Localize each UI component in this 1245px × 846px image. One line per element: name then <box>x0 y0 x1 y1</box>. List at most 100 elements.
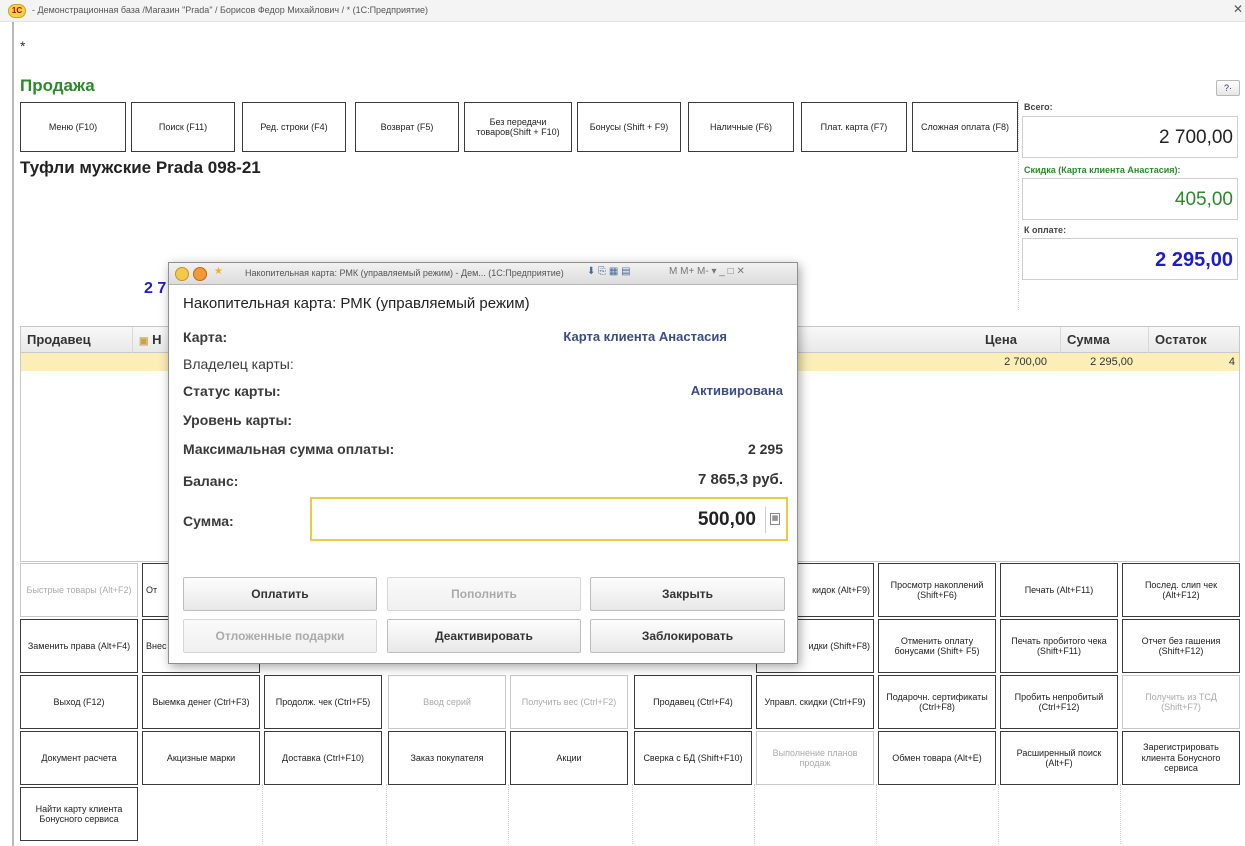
row-price: 2 700,00 <box>1004 356 1047 368</box>
discount-label: Скидка (Карта клиента Анастасия): <box>1024 165 1181 175</box>
totals-divider <box>1018 100 1019 310</box>
view-savings-button[interactable]: Просмотр накоплений (Shift+F6) <box>878 563 996 617</box>
quantity-display: 2 7 <box>144 280 167 297</box>
sum-input-value: 500,00 <box>697 509 756 530</box>
sum-input[interactable]: 500,00 ▦ <box>310 497 788 541</box>
search-button[interactable]: Поиск (F11) <box>131 102 235 152</box>
exit-button[interactable]: Выход (F12) <box>20 675 138 729</box>
card-value-link[interactable]: Карта клиента Анастасия <box>563 329 727 344</box>
extended-search-button[interactable]: Расширенный поиск (Alt+F) <box>1000 731 1118 785</box>
max-sum-value: 2 295 <box>747 441 783 457</box>
bonuses-button[interactable]: Бонусы (Shift + F9) <box>577 102 681 152</box>
cash-button[interactable]: Наличные (F6) <box>688 102 794 152</box>
get-weight-button[interactable]: Получить вес (Ctrl+F2) <box>510 675 628 729</box>
grid-divider <box>1120 784 1121 844</box>
lock-icon: ▣ <box>139 336 149 347</box>
window-close-icon[interactable]: ✕ <box>1233 2 1243 16</box>
1c-logo-icon[interactable] <box>175 267 189 281</box>
menu-button[interactable]: Меню (F10) <box>20 102 126 152</box>
column-rest[interactable]: Остаток <box>1149 327 1241 353</box>
grid-divider <box>632 784 633 844</box>
gift-certificates-button[interactable]: Подарочн. сертификаты (Ctrl+F8) <box>878 675 996 729</box>
grid-divider <box>998 784 999 844</box>
pay-value: 2 295,00 <box>1022 238 1238 280</box>
calculator-icon[interactable]: ▦ <box>770 513 780 525</box>
column-sum[interactable]: Сумма <box>1061 327 1149 353</box>
grid-divider <box>754 784 755 844</box>
excise-marks-button[interactable]: Акцизные марки <box>142 731 260 785</box>
row-rest: 4 <box>1228 356 1235 368</box>
window-title-bar: 1С - Демонстрационная база /Магазин "Pra… <box>0 0 1245 22</box>
discount-value: 405,00 <box>1022 178 1238 220</box>
1c-logo-icon[interactable]: 1С <box>8 4 26 18</box>
status-value: Активирована <box>690 383 783 398</box>
seller-button[interactable]: Продавец (Ctrl+F4) <box>634 675 752 729</box>
settlement-doc-button[interactable]: Документ расчета <box>20 731 138 785</box>
register-bonus-client-button[interactable]: Зарегистрировать клиента Бонусного серви… <box>1122 731 1240 785</box>
level-label: Уровень карты: <box>183 412 293 428</box>
total-value: 2 700,00 <box>1022 116 1238 158</box>
grid-divider <box>876 784 877 844</box>
window-title: - Демонстрационная база /Магазин "Prada"… <box>32 5 429 15</box>
input-separator <box>765 507 766 533</box>
grid-divider <box>262 784 263 844</box>
card-pay-button[interactable]: Плат. карта (F7) <box>801 102 907 152</box>
toolbar-icons[interactable]: ⬇ ⎘ ▦ ▤ <box>587 266 631 277</box>
card-label: Карта: <box>183 329 228 345</box>
last-slip-button[interactable]: Послед. слип чек (Alt+F12) <box>1122 563 1240 617</box>
left-border <box>12 22 14 846</box>
punch-unpunched-button[interactable]: Пробить непробитый (Ctrl+F12) <box>1000 675 1118 729</box>
row-sum: 2 295,00 <box>1090 356 1133 368</box>
complex-pay-button[interactable]: Сложная оплата (F8) <box>912 102 1018 152</box>
grid-divider <box>508 784 509 844</box>
print-receipt-button[interactable]: Печать пробитого чека (Shift+F11) <box>1000 619 1118 673</box>
column-name[interactable]: ▣ Н <box>133 327 169 353</box>
deferred-gifts-button[interactable]: Отложенные подарки <box>183 619 377 653</box>
manage-discounts-button[interactable]: Управл. скидки (Ctrl+F9) <box>756 675 874 729</box>
column-price[interactable]: Цена <box>979 327 1061 353</box>
serial-input-button[interactable]: Ввод серий <box>388 675 506 729</box>
topup-button[interactable]: Пополнить <box>387 577 581 611</box>
x-report-button[interactable]: Отчет без гашения (Shift+F12) <box>1122 619 1240 673</box>
db-check-button[interactable]: Сверка с БД (Shift+F10) <box>634 731 752 785</box>
promotions-button[interactable]: Акции <box>510 731 628 785</box>
cash-withdraw-button[interactable]: Выемка денег (Ctrl+F3) <box>142 675 260 729</box>
customer-order-button[interactable]: Заказ покупателя <box>388 731 506 785</box>
continue-receipt-button[interactable]: Продолж. чек (Ctrl+F5) <box>264 675 382 729</box>
deactivate-button[interactable]: Деактивировать <box>387 619 581 653</box>
close-button[interactable]: Закрыть <box>590 577 785 611</box>
pay-button[interactable]: Оплатить <box>183 577 377 611</box>
return-button[interactable]: Возврат (F5) <box>355 102 459 152</box>
grid-divider <box>386 784 387 844</box>
exchange-goods-button[interactable]: Обмен товара (Alt+E) <box>878 731 996 785</box>
balance-value: 7 865,3 руб. <box>698 471 783 488</box>
max-sum-label: Максимальная сумма оплаты: <box>183 441 395 457</box>
window-controls[interactable]: M M+ M- ▾ _ □ ✕ <box>669 266 745 277</box>
owner-label: Владелец карты: <box>183 356 294 372</box>
modified-mark: * <box>20 38 26 54</box>
edit-line-button[interactable]: Ред. строки (F4) <box>242 102 346 152</box>
menu-icon[interactable] <box>193 267 207 281</box>
get-from-tsd-button[interactable]: Получить из ТСД (Shift+F7) <box>1122 675 1240 729</box>
dialog-title-bar: ★ Накопительная карта: РМК (управляемый … <box>169 263 797 285</box>
dialog-heading: Накопительная карта: РМК (управляемый ре… <box>183 295 530 312</box>
sum-label: Сумма: <box>183 513 234 529</box>
loyalty-card-dialog[interactable]: ★ Накопительная карта: РМК (управляемый … <box>168 262 798 664</box>
no-transfer-button[interactable]: Без передачи товаров(Shift + F10) <box>464 102 572 152</box>
help-button[interactable]: ?· <box>1216 80 1240 96</box>
dialog-title: Накопительная карта: РМК (управляемый ре… <box>245 268 564 278</box>
page-title: Продажа <box>20 76 95 95</box>
cancel-bonus-pay-button[interactable]: Отменить оплату бонусами (Shift+ F5) <box>878 619 996 673</box>
column-seller[interactable]: Продавец <box>21 327 133 353</box>
quick-goods-button[interactable]: Быстрые товары (Alt+F2) <box>20 563 138 617</box>
sales-plan-button[interactable]: Выполнение планов продаж <box>756 731 874 785</box>
print-button[interactable]: Печать (Alt+F11) <box>1000 563 1118 617</box>
status-label: Статус карты: <box>183 383 281 399</box>
favorite-icon[interactable]: ★ <box>214 266 223 277</box>
pay-label: К оплате: <box>1024 225 1067 235</box>
delivery-button[interactable]: Доставка (Ctrl+F10) <box>264 731 382 785</box>
find-bonus-card-button[interactable]: Найти карту клиента Бонусного сервиса <box>20 787 138 841</box>
block-button[interactable]: Заблокировать <box>590 619 785 653</box>
replace-rights-button[interactable]: Заменить права (Alt+F4) <box>20 619 138 673</box>
balance-label: Баланс: <box>183 473 239 489</box>
